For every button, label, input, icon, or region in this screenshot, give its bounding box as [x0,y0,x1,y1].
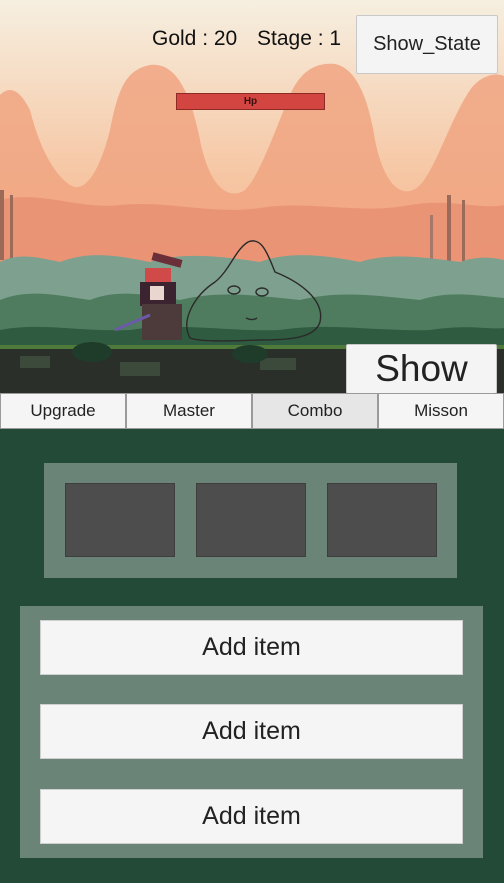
show-state-button[interactable]: Show_State [356,15,498,74]
game-scene: Gold : 20 Stage : 1 Show_State Hp Show [0,0,504,393]
add-item-button-1[interactable]: Add item [40,620,463,675]
tab-bar: Upgrade Master Combo Misson [0,393,504,429]
stage-counter: Stage : 1 [257,27,342,50]
tab-upgrade[interactable]: Upgrade [0,393,126,429]
gold-counter: Gold : 20 [152,27,238,50]
combo-slot-3[interactable] [327,483,437,557]
combo-slot-2[interactable] [196,483,306,557]
tab-combo[interactable]: Combo [252,393,378,429]
tab-master[interactable]: Master [126,393,252,429]
add-item-button-3[interactable]: Add item [40,789,463,844]
item-list-panel: Add item Add item Add item [20,606,483,858]
add-item-button-2[interactable]: Add item [40,704,463,759]
enemy-hp-bar: Hp [176,93,325,110]
combo-slot-panel [44,463,457,578]
tab-misson[interactable]: Misson [378,393,504,429]
combo-slot-1[interactable] [65,483,175,557]
show-button[interactable]: Show [346,344,497,393]
